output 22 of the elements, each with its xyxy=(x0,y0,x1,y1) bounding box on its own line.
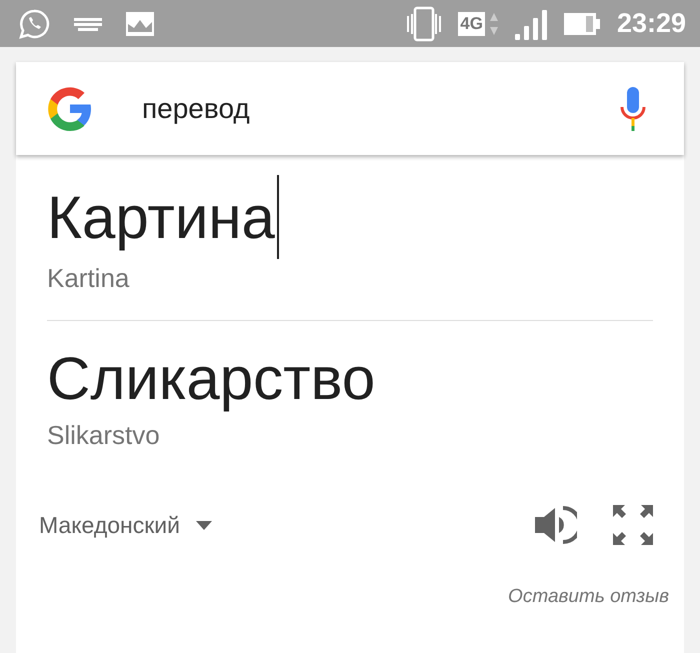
vibrate-icon xyxy=(406,6,442,42)
google-g-icon xyxy=(46,84,94,132)
battery-icon xyxy=(562,12,601,36)
search-bar[interactable]: перевод xyxy=(16,62,684,155)
transliteration: Slikarstvo xyxy=(47,420,160,450)
search-query[interactable]: перевод xyxy=(142,88,620,130)
clock-time: 23:29 xyxy=(616,7,686,40)
data-arrows-icon xyxy=(488,12,499,36)
translated-word: Сликарство xyxy=(47,345,376,412)
language-dropdown[interactable]: Македонский xyxy=(39,508,180,542)
image-icon xyxy=(126,12,154,36)
fullscreen-icon[interactable] xyxy=(613,505,653,545)
network-label: 4G xyxy=(458,12,485,36)
speaker-icon[interactable] xyxy=(535,505,577,545)
dropdown-caret-icon[interactable] xyxy=(196,520,212,530)
source-word[interactable]: Картина xyxy=(47,180,275,254)
signal-icon xyxy=(514,8,547,40)
microphone-icon xyxy=(620,86,646,130)
chat-bubble-icon xyxy=(18,8,50,40)
keyboard-icon xyxy=(74,16,102,32)
feedback-link[interactable]: Оставить отзыв xyxy=(508,586,669,607)
transliteration: Kartina xyxy=(47,263,130,293)
